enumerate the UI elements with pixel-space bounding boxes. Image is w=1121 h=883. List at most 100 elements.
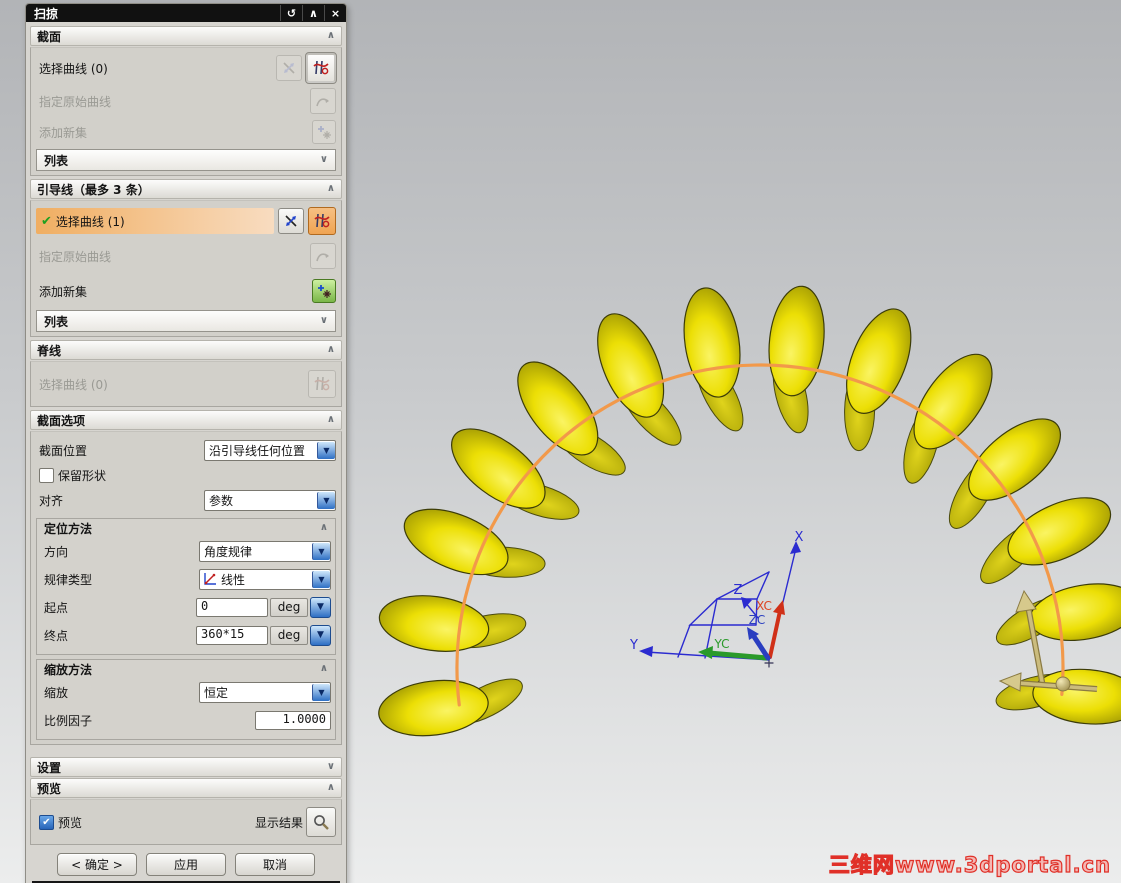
dropdown-arrow-icon[interactable]: ▼ <box>317 441 335 459</box>
sweep-dialog: 扫掠 ↺ ∧ × 截面 ∧ 选择曲线 (0) 指定原始曲线 添加新集 列表 ∨ … <box>25 3 347 883</box>
ok-button[interactable]: < 确定 > <box>57 853 137 876</box>
preserve-shape-label: 保留形状 <box>58 468 107 483</box>
selected-curve-row[interactable]: ✔ 选择曲线 (1) <box>36 208 274 234</box>
settings-header-label: 设置 <box>37 760 62 775</box>
nx-application-window: X Y Z XC YC ZC 三维网www.3dportal.cn 扫掠 ↺ ∧… <box>0 0 1121 883</box>
swept-helix-surface[interactable] <box>376 283 1121 741</box>
curve-rule-button[interactable] <box>305 52 337 84</box>
crossed-arrows-button <box>276 55 302 81</box>
scale-label: 缩放 <box>44 685 69 700</box>
section-header-guides[interactable]: 引导线（最多 3 条） ∧ <box>30 179 342 199</box>
list-bar-guides[interactable]: 列表 ∨ <box>36 310 336 332</box>
chevron-up-icon[interactable]: ∧ <box>327 31 335 41</box>
collapse-dialog-button[interactable]: ∧ <box>302 5 324 21</box>
section-group: 选择曲线 (0) 指定原始曲线 添加新集 列表 ∨ <box>30 47 342 176</box>
curve-arrow-icon <box>316 253 329 262</box>
preview-group: ✔ 预览 显示结果 <box>30 799 342 845</box>
section-header-spine[interactable]: 脊线 ∧ <box>30 340 342 360</box>
drag-sphere-handle[interactable] <box>1055 676 1071 692</box>
section-header-settings[interactable]: 设置 ∨ <box>30 757 342 777</box>
law-type-value: 线性 <box>221 572 246 587</box>
preview-checkbox[interactable]: ✔ <box>39 814 54 830</box>
helix-petal <box>1029 583 1121 641</box>
crossed-arrows-icon <box>285 215 297 227</box>
guides-header-label: 引导线（最多 3 条） <box>37 182 150 197</box>
vertical-arrow-icon[interactable] <box>1015 589 1037 613</box>
section-position-dropdown[interactable]: 沿引导线任何位置 ▼ <box>204 439 336 461</box>
dropdown-arrow-icon[interactable]: ▼ <box>317 491 335 509</box>
check-icon: ✔ <box>41 213 52 229</box>
y-axis-label: Y <box>629 638 638 653</box>
curve-arrow-icon <box>316 98 329 107</box>
alignment-dropdown[interactable]: 参数 ▼ <box>204 489 336 511</box>
chevron-down-icon[interactable]: ∨ <box>320 316 328 326</box>
preview-checkbox-label: 预览 <box>58 815 83 830</box>
list-bar-section[interactable]: 列表 ∨ <box>36 149 336 171</box>
crossed-arrows-button[interactable] <box>278 208 304 234</box>
close-icon: × <box>330 6 341 20</box>
yc-axis-label: YC <box>713 637 729 651</box>
reset-button[interactable]: ↺ <box>280 5 302 21</box>
start-value-options-button[interactable]: ▼ <box>310 596 331 618</box>
wcs-triad[interactable]: X Y Z XC YC ZC <box>629 530 804 668</box>
dialog-titlebar[interactable]: 扫掠 ↺ ∧ × <box>26 4 346 22</box>
dropdown-arrow-icon[interactable]: ▼ <box>312 683 330 701</box>
add-new-set-label: 添加新集 <box>39 125 88 140</box>
list-label: 列表 <box>44 314 69 329</box>
end-value-options-button[interactable]: ▼ <box>310 624 331 646</box>
guides-group: ✔ 选择曲线 (1) 指定原始曲线 添加新集 列表 ∨ <box>30 200 342 337</box>
orientation-method-subgroup: 定位方法 ∧ 方向 角度规律 ▼ 规律类型 线性 ▼ 起点 0 deg ▼ 终点… <box>36 518 336 655</box>
add-new-set-icon <box>317 284 331 298</box>
show-result-button[interactable] <box>306 807 336 837</box>
scale-factor-field[interactable]: 1.0000 <box>255 710 331 730</box>
curve-rule-icon <box>313 60 329 75</box>
dropdown-arrow-icon[interactable]: ▼ <box>312 570 330 588</box>
xc-axis-label: XC <box>756 599 772 613</box>
section-header-preview[interactable]: 预览 ∧ <box>30 778 342 798</box>
section-header-section[interactable]: 截面 ∧ <box>30 26 342 46</box>
add-new-set-button[interactable] <box>312 279 336 303</box>
preserve-shape-checkbox[interactable] <box>39 467 54 483</box>
cancel-button[interactable]: 取消 <box>235 853 315 876</box>
zc-axis-label: ZC <box>749 613 766 627</box>
spine-header-label: 脊线 <box>37 343 62 358</box>
chevron-down-icon[interactable]: ∨ <box>327 762 335 772</box>
law-type-dropdown[interactable]: 线性 ▼ <box>199 568 331 590</box>
curve-rule-button <box>308 370 336 398</box>
chevron-up-icon[interactable]: ∧ <box>327 345 335 355</box>
chevron-down-icon[interactable]: ∨ <box>320 155 328 165</box>
start-label: 起点 <box>44 600 69 615</box>
y-axis-arrow-icon <box>639 646 653 657</box>
curve-rule-icon <box>314 213 330 228</box>
chevron-up-icon[interactable]: ∧ <box>320 664 328 674</box>
start-value-field[interactable]: 0 <box>196 597 268 617</box>
z-axis-label: Z <box>734 583 743 598</box>
options-header-label: 截面选项 <box>37 413 86 428</box>
x-axis-label: X <box>795 530 804 545</box>
add-new-set-label[interactable]: 添加新集 <box>36 283 87 300</box>
select-curve-label[interactable]: 选择曲线 (0) <box>36 60 108 77</box>
chevron-up-icon[interactable]: ∧ <box>327 783 335 793</box>
preview-header-label: 预览 <box>37 781 62 796</box>
chevron-up-icon[interactable]: ∧ <box>327 184 335 194</box>
original-curve-button <box>310 243 336 269</box>
dropdown-arrow-icon[interactable]: ▼ <box>312 542 330 560</box>
end-unit-box: deg <box>270 625 308 645</box>
direction-value: 角度规律 <box>204 544 253 559</box>
apply-button[interactable]: 应用 <box>146 853 226 876</box>
magnifier-icon <box>314 815 329 830</box>
scale-value: 恒定 <box>204 685 229 700</box>
dialog-title: 扫掠 <box>34 6 59 21</box>
end-value-field[interactable]: 360*15 <box>196 625 268 645</box>
xc-axis-arrow[interactable] <box>768 609 782 659</box>
orientation-method-header[interactable]: 定位方法 ∧ <box>41 519 331 537</box>
chevron-up-icon[interactable]: ∧ <box>327 415 335 425</box>
scaling-method-header[interactable]: 缩放方法 ∧ <box>41 660 331 678</box>
section-header-options[interactable]: 截面选项 ∧ <box>30 410 342 430</box>
direction-dropdown[interactable]: 角度规律 ▼ <box>199 540 331 562</box>
close-button[interactable]: × <box>324 5 346 21</box>
scale-dropdown[interactable]: 恒定 ▼ <box>199 681 331 703</box>
curve-rule-button[interactable] <box>308 207 336 235</box>
orientation-method-label: 定位方法 <box>44 521 93 536</box>
chevron-up-icon[interactable]: ∧ <box>320 523 328 533</box>
